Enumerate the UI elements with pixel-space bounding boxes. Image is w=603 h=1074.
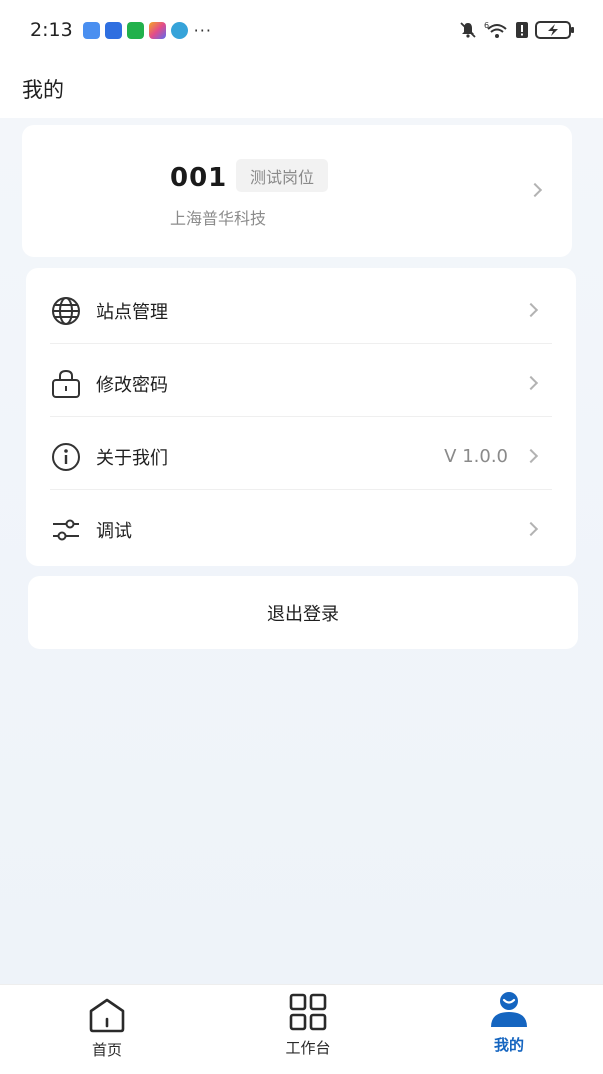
tab-label: 我的: [493, 1036, 524, 1054]
info-icon: [52, 442, 80, 471]
logout-label: 退出登录: [267, 603, 339, 625]
lock-icon: [52, 369, 80, 398]
chevron-right-icon: [527, 182, 543, 198]
chevron-right-icon: [523, 302, 539, 318]
company-name: 上海普华科技: [170, 209, 267, 228]
grid-icon: [289, 993, 327, 1031]
home-icon: [89, 998, 125, 1033]
logout-button[interactable]: 退出登录: [28, 576, 578, 649]
role-badge: 测试岗位: [236, 159, 329, 192]
status-system-icons: 6: [459, 20, 575, 40]
battery-charging-icon: [535, 21, 574, 39]
wechat-icon: [126, 21, 144, 39]
status-more-icon: ···: [193, 20, 212, 40]
user-name: 001: [170, 163, 228, 193]
profile-card[interactable]: 001 测试岗位 上海普华科技: [22, 125, 572, 257]
sliders-icon: [53, 519, 79, 540]
menu-item-site-management[interactable]: 站点管理: [26, 274, 576, 347]
divider: [50, 416, 552, 417]
status-time: 2:13: [30, 19, 73, 41]
menu-item-label: 关于我们: [96, 447, 168, 469]
tab-home[interactable]: 首页: [47, 985, 167, 1074]
sim-alert-icon: [516, 22, 528, 38]
user-icon: [491, 992, 527, 1027]
page-header: 我的: [0, 60, 603, 118]
settings-menu: 站点管理 修改密码 关于我们 V 1.0.0 调试: [26, 268, 576, 566]
bottom-tab-bar: 首页 工作台 我的: [0, 984, 603, 1074]
menu-item-label: 修改密码: [96, 374, 168, 396]
chevron-right-icon: [523, 375, 539, 391]
wifi-icon: 6: [484, 21, 507, 38]
tab-workbench[interactable]: 工作台: [248, 985, 368, 1074]
divider: [50, 489, 552, 490]
status-bar: 2:13 ··· 6: [0, 0, 603, 60]
app-notification-icon: [104, 21, 122, 39]
app-notification-icon: [82, 21, 100, 39]
tab-label: 工作台: [285, 1039, 331, 1057]
menu-item-label: 站点管理: [96, 301, 168, 323]
menu-item-label: 调试: [96, 520, 132, 542]
tab-mine[interactable]: 我的: [449, 985, 569, 1074]
app-notification-icon: [148, 21, 166, 39]
page-title: 我的: [22, 78, 64, 102]
menu-item-about-us[interactable]: 关于我们 V 1.0.0: [26, 420, 576, 493]
app-version: V 1.0.0: [444, 446, 508, 467]
chevron-right-icon: [523, 521, 539, 537]
app-notification-icon: [170, 21, 188, 39]
chevron-right-icon: [523, 448, 539, 464]
menu-item-debug[interactable]: 调试: [26, 493, 576, 566]
menu-item-change-password[interactable]: 修改密码: [26, 347, 576, 420]
tab-label: 首页: [91, 1041, 122, 1059]
globe-icon: [52, 296, 80, 325]
bell-muted-icon: [460, 22, 476, 38]
status-app-icons: [82, 21, 188, 39]
divider: [50, 343, 552, 344]
